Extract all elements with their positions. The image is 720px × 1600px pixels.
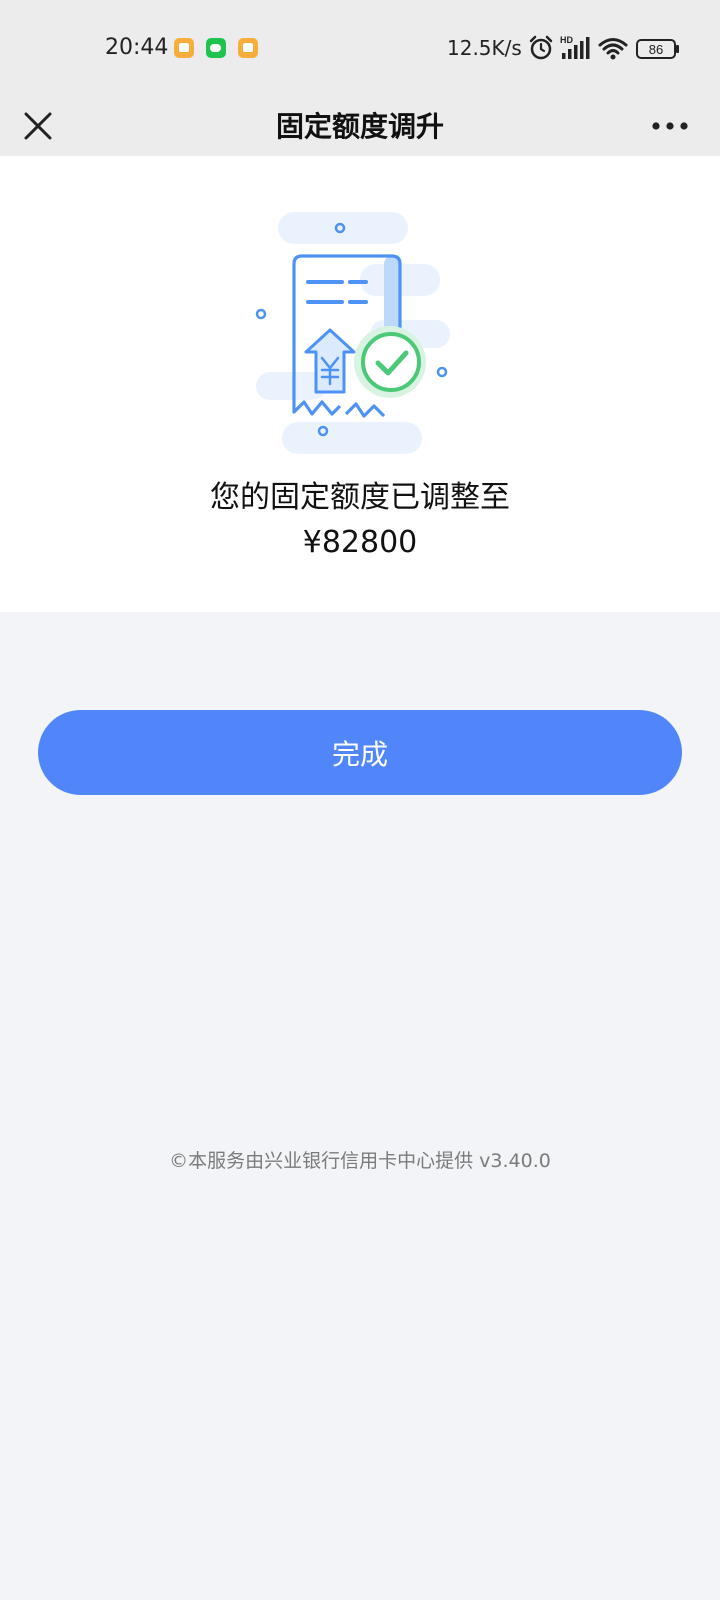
result-card: 您的固定额度已调整至 ¥82800 [0, 156, 720, 612]
more-button[interactable] [648, 110, 692, 142]
footer-copyright: ©本服务由兴业银行信用卡中心提供 v3.40.0 [169, 1150, 551, 1172]
network-speed: 12.5K/s [447, 36, 522, 60]
wechat-icon [206, 38, 226, 58]
more-icon [652, 122, 688, 130]
orange-notification-icon [238, 38, 258, 58]
signal-icon: HD [560, 35, 590, 59]
battery-icon: 86 [636, 39, 679, 59]
wifi-icon [598, 38, 628, 60]
credit-limit-amount: ¥82800 [302, 525, 418, 560]
status-bar: 20:44 12.5K/s HD 86 [0, 0, 720, 96]
nav-bar: 固定额度调升 [0, 96, 720, 156]
page-title: 固定额度调升 [275, 110, 444, 143]
result-message: 您的固定额度已调整至 [210, 480, 510, 515]
orange-notification-icon [174, 38, 194, 58]
done-button[interactable]: 完成 [38, 710, 682, 795]
receipt-success-icon [255, 212, 450, 454]
alarm-icon [529, 35, 553, 60]
battery-level: 86 [649, 42, 663, 57]
status-time: 20:44 [105, 35, 169, 60]
signal-hd-label: HD [560, 35, 573, 45]
